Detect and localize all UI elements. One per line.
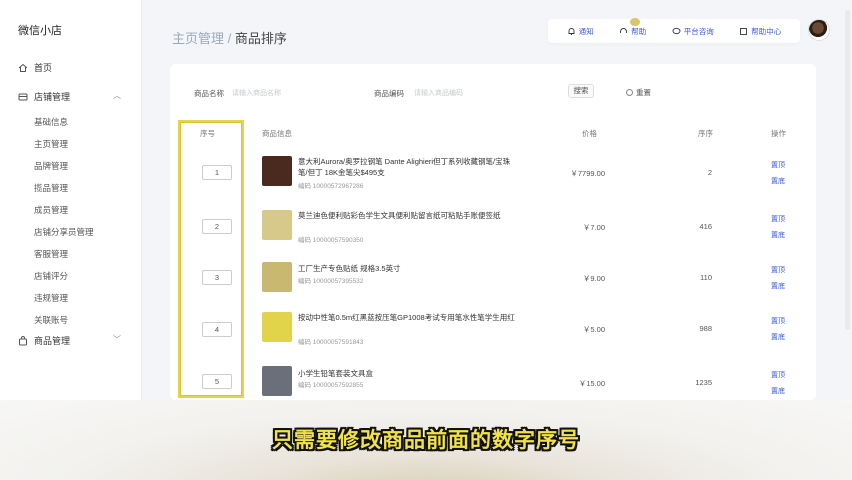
table-row: 1 意大利Aurora/奥罗拉钢笔 Dante Alighieri但丁系列收藏钢…	[170, 146, 816, 200]
goods-thumbnail	[262, 312, 292, 342]
goods-thumbnail	[262, 366, 292, 396]
goods-sort-value: 1235	[695, 378, 712, 387]
table-row: 4 按动中性笔0.5m红黑蓝按压笔GP1008考试专用笔水性笔学生用红 编码 1…	[170, 308, 816, 362]
pin-bottom-link[interactable]: 置底	[771, 279, 785, 295]
goods-thumbnail	[262, 156, 292, 186]
breadcrumb-current: 商品排序	[234, 31, 287, 46]
avatar[interactable]	[808, 19, 830, 41]
reset-label: 重置	[636, 88, 651, 97]
goods-thumbnail	[262, 210, 292, 240]
sidebar-item-linked-accounts[interactable]: 关联账号	[34, 314, 68, 326]
sidebar-group-label: 店铺管理	[34, 92, 71, 102]
pin-bottom-link[interactable]: 置底	[771, 228, 785, 244]
goods-name-input[interactable]: 请输入商品名称	[232, 88, 281, 98]
sidebar-item-basic-info[interactable]: 基础信息	[34, 116, 68, 128]
pin-top-link[interactable]: 置顶	[771, 158, 785, 174]
goods-title: 按动中性笔0.5m红黑蓝按压笔GP1008考试专用笔水性笔学生用红	[298, 313, 515, 322]
goods-code: 编码 10000572967286	[298, 183, 364, 190]
goods-code: 编码 10000057395532	[298, 278, 364, 285]
video-subtitle: 只需要修改商品前面的数字序号	[272, 429, 580, 452]
help-label: 帮助	[631, 26, 647, 36]
notification-label: 通知	[578, 26, 594, 36]
sidebar-group-label: 商品管理	[34, 336, 71, 346]
column-goods-info: 商品信息	[262, 129, 292, 138]
breadcrumb: 主页管理 / 商品排序	[172, 28, 287, 47]
goods-name-label: 商品名称	[194, 89, 224, 98]
sidebar-item-rating[interactable]: 店铺评分	[34, 270, 68, 282]
sidebar-group-store[interactable]: 店铺管理	[18, 90, 70, 103]
table-row: 5 小学生铅笔套装文具盒 编码 10000057592855 ￥15.00 12…	[170, 362, 816, 398]
notification-dot	[630, 18, 640, 26]
header-actions: 通知 帮助 平台咨询 帮助中心	[548, 19, 800, 43]
app-title: 微信小店	[18, 25, 62, 37]
filter-bar: 商品名称 请输入商品名称 商品编码 请输入商品编码 搜索 重置	[170, 64, 816, 116]
goods-title: 意大利Aurora/奥罗拉钢笔 Dante Alighieri但丁系列收藏钢笔/…	[298, 157, 511, 177]
page-scrollbar[interactable]	[845, 10, 850, 330]
help-center-button[interactable]: 帮助中心	[739, 26, 781, 37]
pin-top-link[interactable]: 置顶	[771, 368, 785, 384]
sidebar-item-homepage[interactable]: 主页管理	[34, 138, 68, 150]
goods-sort-value: 416	[699, 222, 712, 231]
pin-top-link[interactable]: 置顶	[771, 314, 785, 330]
bag-icon	[18, 335, 28, 346]
sidebar-item-brand[interactable]: 品牌管理	[34, 160, 68, 172]
table-row: 3 工厂生产专色贴纸 规格3.5英寸 编码 10000057395532 ￥9.…	[170, 254, 816, 308]
goods-code-input[interactable]: 请输入商品编码	[414, 88, 463, 98]
chat-icon	[672, 27, 681, 36]
store-icon	[18, 92, 28, 102]
chevron-up-icon[interactable]: ︿	[113, 90, 121, 101]
goods-price: ￥9.00	[582, 274, 605, 283]
chevron-down-icon[interactable]: ﹀	[113, 334, 121, 345]
pin-bottom-link[interactable]: 置底	[771, 330, 785, 346]
goods-thumbnail	[262, 262, 292, 292]
goods-price: ￥7.00	[582, 223, 605, 232]
goods-price: ￥15.00	[578, 379, 605, 388]
sidebar-group-goods[interactable]: 商品管理	[18, 334, 70, 347]
goods-sort-value: 2	[707, 168, 712, 177]
goods-title: 工厂生产专色贴纸 规格3.5英寸	[298, 264, 401, 273]
goods-code: 编码 10000057592855	[298, 382, 364, 389]
pin-bottom-link[interactable]: 置底	[771, 384, 785, 400]
sidebar-item-label: 首页	[34, 63, 53, 73]
sidebar-item-customer-service[interactable]: 客服管理	[34, 248, 68, 260]
sidebar-item-sharers[interactable]: 店铺分享员管理	[34, 226, 94, 238]
reset-icon	[626, 89, 633, 96]
notification-button[interactable]: 通知	[567, 26, 594, 37]
column-sort: 序序	[698, 129, 713, 138]
sidebar-item-violations[interactable]: 违规管理	[34, 292, 68, 304]
pin-top-link[interactable]: 置顶	[771, 263, 785, 279]
pin-top-link[interactable]: 置顶	[771, 212, 785, 228]
table-row: 2 莫兰迪色便利贴彩色学生文具便利贴留言纸可粘贴手账便签纸 编码 1000005…	[170, 200, 816, 254]
goods-sort-value: 988	[699, 324, 712, 333]
goods-title: 小学生铅笔套装文具盒	[298, 369, 373, 378]
goods-price: ￥5.00	[582, 325, 605, 334]
sidebar-item-goods-pick[interactable]: 揽品管理	[34, 182, 68, 194]
platform-consult-label: 平台咨询	[683, 26, 714, 36]
sidebar-item-members[interactable]: 成员管理	[34, 204, 68, 216]
pin-bottom-link[interactable]: 置底	[771, 174, 785, 190]
goods-code: 编码 10000057590350	[298, 237, 364, 244]
goods-title: 莫兰迪色便利贴彩色学生文具便利贴留言纸可粘贴手账便签纸	[298, 211, 501, 220]
content-card: 商品名称 请输入商品名称 商品编码 请输入商品编码 搜索 重置 序号 商品信息 …	[170, 64, 816, 400]
help-button[interactable]: 帮助	[619, 26, 646, 37]
platform-consult-button[interactable]: 平台咨询	[672, 26, 714, 37]
column-price: 价格	[582, 129, 597, 138]
bell-icon	[567, 27, 576, 36]
breadcrumb-parent[interactable]: 主页管理 /	[172, 31, 231, 46]
goods-sort-value: 110	[700, 273, 712, 282]
book-icon	[739, 27, 748, 36]
seq-column-highlight	[178, 120, 244, 398]
goods-price: ￥7799.00	[570, 169, 605, 178]
goods-code: 编码 10000057591843	[298, 339, 364, 346]
reset-button[interactable]: 重置	[626, 87, 651, 98]
sidebar-item-home[interactable]: 首页	[18, 61, 52, 74]
goods-code-label: 商品编码	[374, 89, 404, 98]
home-icon	[18, 63, 28, 73]
column-operation: 操作	[771, 129, 786, 138]
help-center-label: 帮助中心	[751, 26, 782, 36]
search-button[interactable]: 搜索	[568, 84, 594, 98]
headset-icon	[619, 27, 628, 36]
